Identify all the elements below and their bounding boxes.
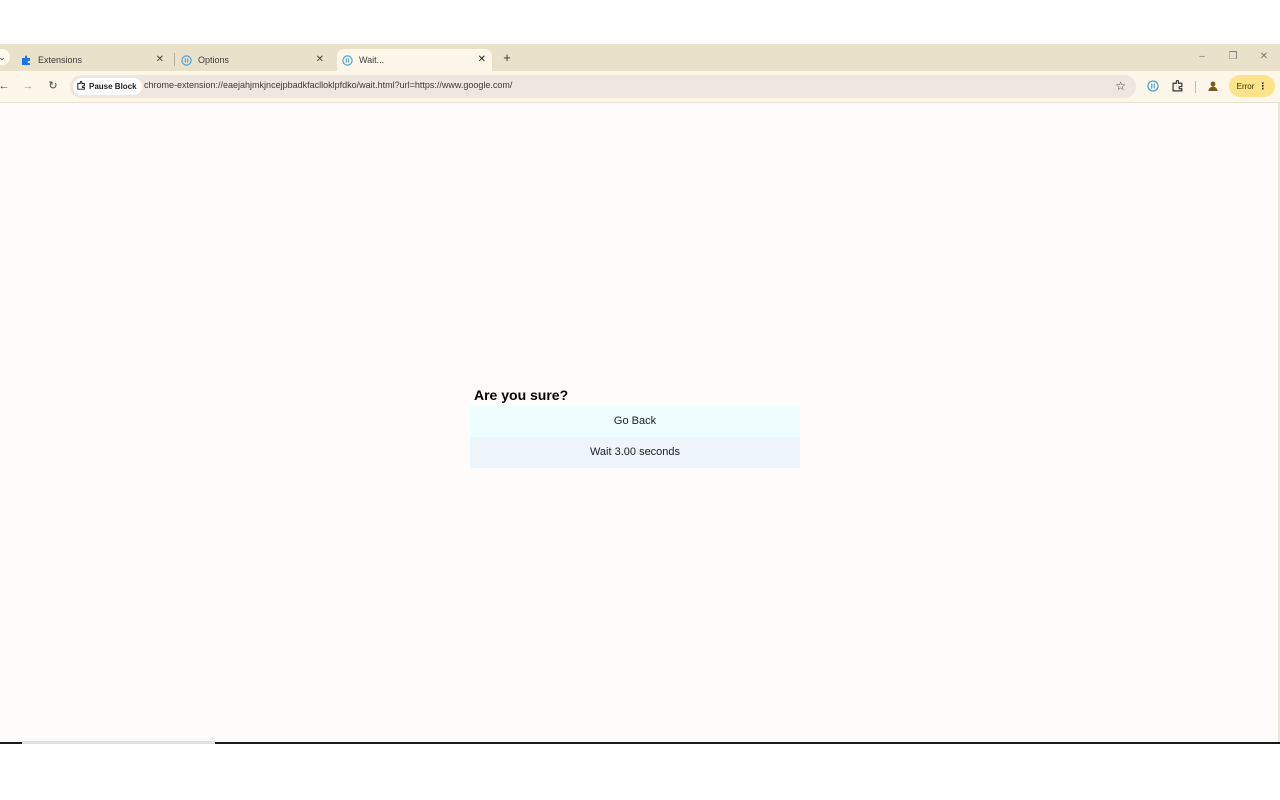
confirm-dialog: Are you sure? Go Back Wait 3.00 seconds: [470, 384, 800, 468]
reload-icon[interactable]: ↻: [46, 79, 60, 93]
puzzle-outline-icon: [77, 80, 86, 92]
tab-label: Extensions: [38, 55, 83, 65]
url-text[interactable]: chrome-extension://eaejahjmkjncejpbadkfa…: [144, 80, 512, 90]
chip-label: Pause Block: [89, 82, 137, 91]
back-arrow-icon[interactable]: ←: [0, 79, 11, 93]
more-vert-icon: ⋮: [1258, 80, 1268, 91]
tab-label: Wait...: [359, 55, 385, 65]
go-back-button[interactable]: Go Back: [470, 406, 800, 437]
extensions-puzzle-icon[interactable]: [1170, 78, 1186, 94]
toolbar: ← → ↻ Pause Block chrome-extension://eae…: [0, 71, 1280, 103]
tab-options[interactable]: Options ✕: [160, 49, 330, 71]
bookmark-star-icon[interactable]: ☆: [1115, 79, 1126, 93]
pause-circle-icon: [342, 54, 353, 66]
puzzle-icon: [21, 55, 32, 66]
tab-extensions[interactable]: Extensions ✕: [0, 49, 170, 71]
taskbar-indicator: [22, 741, 215, 744]
plus-icon: +: [503, 50, 511, 65]
toolbar-divider: [1195, 81, 1196, 93]
dialog-title: Are you sure?: [474, 387, 569, 403]
page-content: Are you sure? Go Back Wait 3.00 seconds: [0, 103, 1278, 742]
extension-chip[interactable]: Pause Block: [73, 78, 142, 95]
minimize-button[interactable]: –: [1194, 51, 1210, 62]
new-tab-button[interactable]: +: [500, 51, 514, 65]
tab-wait[interactable]: Wait... ✕: [337, 49, 492, 71]
error-label: Error: [1236, 81, 1255, 91]
address-bar[interactable]: Pause Block chrome-extension://eaejahjmk…: [70, 75, 1136, 98]
pause-block-extension-icon[interactable]: [1145, 78, 1161, 94]
screen: ⌄ Extensions ✕ Options ✕ Wait... ✕ + – ❐…: [0, 0, 1280, 800]
forward-arrow-icon[interactable]: →: [21, 79, 35, 93]
close-icon[interactable]: ✕: [478, 54, 486, 65]
tab-label: Options: [198, 55, 230, 65]
window-close-button[interactable]: ✕: [1256, 51, 1272, 62]
browser-window: ⌄ Extensions ✕ Options ✕ Wait... ✕ + – ❐…: [0, 44, 1280, 744]
wait-button[interactable]: Wait 3.00 seconds: [470, 437, 800, 468]
profile-avatar-icon[interactable]: [1205, 78, 1221, 94]
error-button[interactable]: Error ⋮: [1229, 75, 1275, 97]
tab-strip: ⌄ Extensions ✕ Options ✕ Wait... ✕ + – ❐…: [0, 44, 1280, 71]
pause-circle-icon: [181, 54, 192, 66]
restore-button[interactable]: ❐: [1225, 51, 1241, 62]
close-icon[interactable]: ✕: [316, 54, 324, 65]
